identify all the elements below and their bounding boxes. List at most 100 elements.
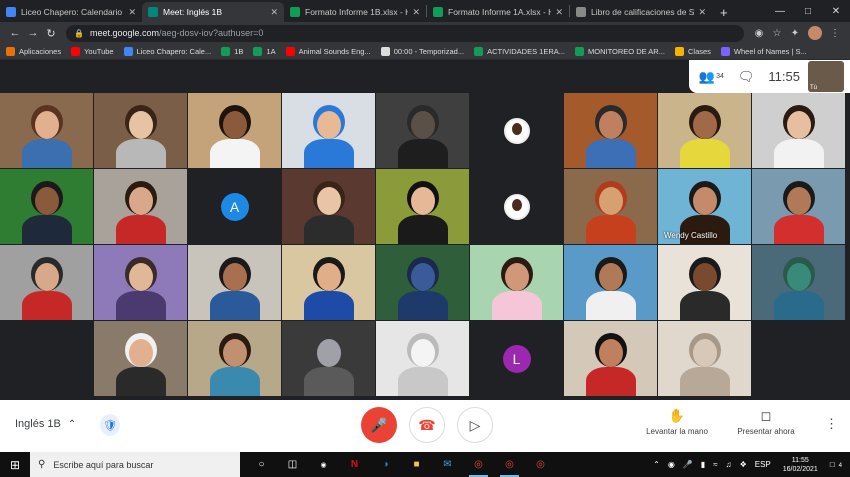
tab-close-icon[interactable]: ✕ xyxy=(555,7,563,18)
participant-tile[interactable] xyxy=(658,93,752,168)
participant-tile[interactable] xyxy=(752,169,846,244)
participant-tile[interactable] xyxy=(658,321,752,396)
participant-tile[interactable] xyxy=(470,245,564,320)
file-explorer-icon[interactable]: ■ xyxy=(401,452,432,477)
minimize-icon[interactable]: — xyxy=(766,0,794,22)
participant-tile[interactable] xyxy=(188,321,282,396)
participant-tile[interactable] xyxy=(188,93,282,168)
mic-tray-icon[interactable]: 🎤 xyxy=(683,460,693,469)
participant-tile[interactable] xyxy=(282,93,376,168)
browser-tab[interactable]: Formato Informe 1A.xlsx - Hoja✕ xyxy=(427,2,569,22)
participant-tile[interactable] xyxy=(0,93,94,168)
camera-tray-icon[interactable]: ◉ xyxy=(668,460,675,469)
tab-close-icon[interactable]: ✕ xyxy=(412,7,420,18)
chrome-window-icon[interactable]: ◎ xyxy=(494,452,525,477)
bookmark-item[interactable]: MONITOREO DE AR... xyxy=(575,47,665,56)
dell-icon[interactable]: ◉ xyxy=(308,452,339,477)
chat-button[interactable]: 🗨 xyxy=(738,69,755,85)
bookmark-item[interactable]: YouTube xyxy=(71,47,114,56)
participant-tile[interactable] xyxy=(470,93,564,168)
bookmark-item[interactable]: Clases xyxy=(674,47,711,56)
participant-tile[interactable] xyxy=(564,93,658,168)
browser-tab[interactable]: Libro de calificaciones de Soci ✕ xyxy=(570,2,712,22)
bookmark-item[interactable]: 1B xyxy=(221,47,243,56)
participant-tile[interactable] xyxy=(282,245,376,320)
dropbox-icon[interactable]: ❖ xyxy=(740,460,747,469)
bookmark-item[interactable]: Liceo Chapero: Cale... xyxy=(123,47,211,56)
bookmark-item[interactable]: Aplicaciones xyxy=(6,47,61,56)
maximize-icon[interactable]: □ xyxy=(794,0,822,22)
taskbar-clock[interactable]: 11:55 16/02/2021 xyxy=(783,456,818,474)
tab-close-icon[interactable]: ✕ xyxy=(698,7,706,18)
meeting-details-button[interactable]: Inglés 1B ⌃ xyxy=(15,418,76,430)
microphone-off-button[interactable]: 🎤 xyxy=(361,407,397,443)
reload-icon[interactable]: ↻ xyxy=(42,27,60,40)
wifi-icon[interactable]: ≈ xyxy=(713,460,717,469)
participant-tile[interactable] xyxy=(752,93,846,168)
chrome-icon[interactable]: ◎ xyxy=(463,452,494,477)
participant-tile[interactable] xyxy=(94,321,188,396)
camera-toggle-button[interactable]: ▷ xyxy=(457,407,493,443)
battery-icon[interactable]: ▮ xyxy=(701,460,705,469)
raise-hand-button[interactable]: ✋ Levantar la mano xyxy=(640,408,714,436)
participant-tile[interactable] xyxy=(752,321,846,396)
new-tab-button[interactable]: + xyxy=(712,2,736,22)
task-view-icon[interactable]: ◫ xyxy=(277,452,308,477)
browser-tab[interactable]: Formato Informe 1B.xlsx - Hoja✕ xyxy=(284,2,426,22)
taskbar-search[interactable]: ⚲ Escribe aquí para buscar xyxy=(30,452,240,477)
hang-up-button[interactable]: ☎ xyxy=(409,407,445,443)
tab-close-icon[interactable]: ✕ xyxy=(128,7,136,18)
participant-tile[interactable] xyxy=(470,169,564,244)
volume-icon[interactable]: ♫ xyxy=(726,460,732,469)
participant-tile[interactable] xyxy=(0,169,94,244)
participant-tile[interactable] xyxy=(188,245,282,320)
participant-tile[interactable] xyxy=(94,245,188,320)
netflix-icon[interactable]: N xyxy=(339,452,370,477)
bookmark-item[interactable]: ACTIVIDADES 1ERA... xyxy=(474,47,565,56)
participant-tile[interactable] xyxy=(752,245,846,320)
language-indicator[interactable]: ESP xyxy=(755,460,771,469)
bookmark-item[interactable]: 00:00 - Temporizad... xyxy=(380,47,464,56)
menu-icon[interactable]: ⋮ xyxy=(826,28,844,39)
present-now-button[interactable]: ◻ Presentar ahora xyxy=(733,408,799,436)
windows-start-icon[interactable]: ⊞ xyxy=(0,458,30,472)
bookmark-item[interactable]: Animal Sounds Eng... xyxy=(285,47,371,56)
participant-tile[interactable] xyxy=(282,321,376,396)
browser-tab[interactable]: Liceo Chapero: Calendario - m ✕ xyxy=(0,2,142,22)
camera-indicator-icon[interactable]: ◉ xyxy=(750,28,768,39)
cortana-icon[interactable]: ○ xyxy=(246,452,277,477)
back-icon[interactable]: ← xyxy=(6,27,24,39)
close-icon[interactable]: ✕ xyxy=(822,0,850,22)
bookmark-item[interactable]: Wheel of Names | S... xyxy=(720,47,807,56)
notifications-icon[interactable]: □ 4 xyxy=(830,460,846,469)
participant-tile[interactable] xyxy=(376,93,470,168)
profile-avatar[interactable] xyxy=(808,26,822,40)
participant-tile[interactable] xyxy=(564,169,658,244)
participant-tile[interactable] xyxy=(0,321,94,396)
self-view[interactable]: Tú xyxy=(808,61,844,92)
more-options-icon[interactable]: ⋮ xyxy=(825,416,838,432)
participant-tile[interactable] xyxy=(94,169,188,244)
participant-tile[interactable] xyxy=(658,245,752,320)
edge-icon[interactable]: ◑ xyxy=(370,452,401,477)
participant-tile[interactable]: L xyxy=(470,321,564,396)
participant-tile[interactable] xyxy=(376,245,470,320)
browser-tab[interactable]: Meet: Inglés 1B ✕ xyxy=(142,2,284,22)
forward-icon[interactable]: → xyxy=(24,27,42,39)
bookmark-item[interactable]: 1A xyxy=(253,47,276,56)
extensions-icon[interactable]: ✦ xyxy=(786,28,804,39)
bookmark-star-icon[interactable]: ☆ xyxy=(768,28,786,39)
participant-tile[interactable]: Wendy Castillo xyxy=(658,169,752,244)
participant-tile[interactable]: A xyxy=(188,169,282,244)
participant-tile[interactable] xyxy=(0,245,94,320)
participant-tile[interactable] xyxy=(564,321,658,396)
mail-icon[interactable]: ✉ xyxy=(432,452,463,477)
participants-button[interactable]: 👥 34 xyxy=(699,69,724,85)
address-bar[interactable]: 🔒 meet.google.com/aeg-dosv-iov?authuser=… xyxy=(66,24,744,42)
participant-tile[interactable] xyxy=(94,93,188,168)
tab-close-icon[interactable]: ✕ xyxy=(270,7,278,18)
participant-tile[interactable] xyxy=(376,321,470,396)
participant-tile[interactable] xyxy=(564,245,658,320)
participant-tile[interactable] xyxy=(282,169,376,244)
tray-chevron-icon[interactable]: ⌃ xyxy=(653,460,660,469)
